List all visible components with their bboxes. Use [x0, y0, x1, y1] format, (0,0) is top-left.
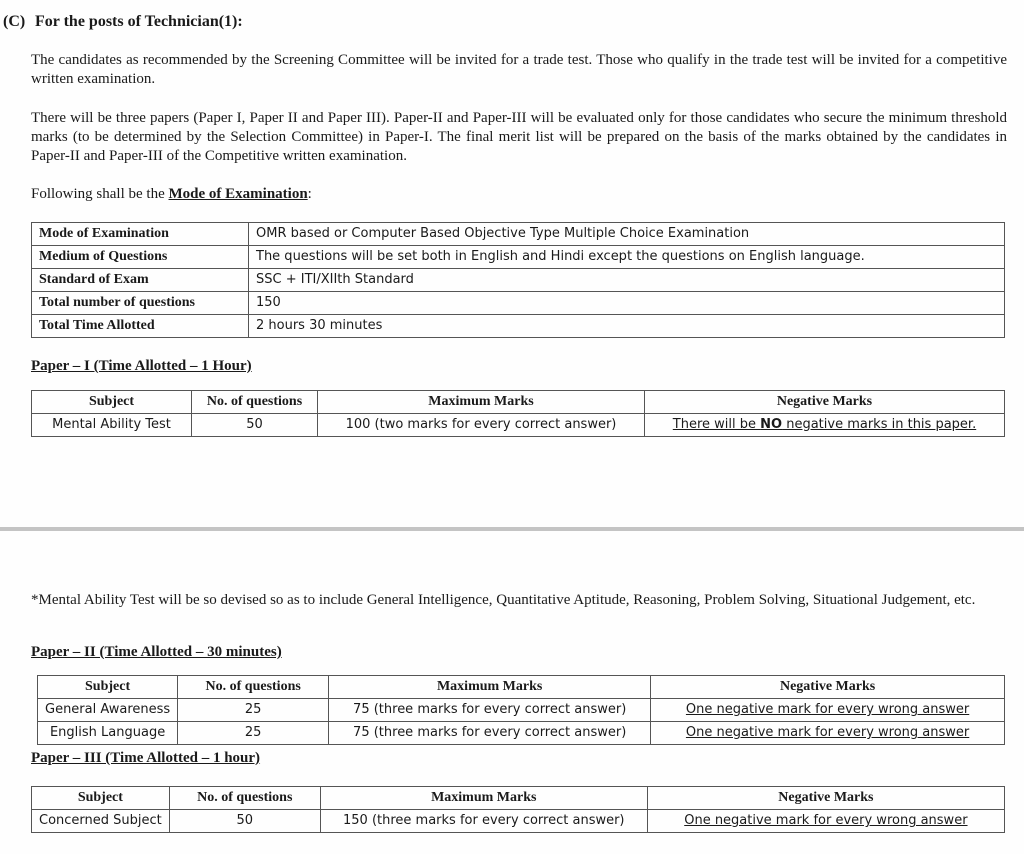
row-key: Total Time Allotted: [31, 314, 249, 338]
header-subject: Subject: [31, 786, 170, 810]
header-subject: Subject: [31, 390, 192, 414]
paragraph-three-papers: There will be three papers (Paper I, Pap…: [31, 110, 1007, 164]
table-header-row: Subject No. of questions Maximum Marks N…: [36, 675, 1005, 699]
header-negative-marks: Negative Marks: [646, 786, 1006, 810]
header-questions: No. of questions: [191, 390, 318, 414]
row-value: The questions will be set both in Englis…: [248, 245, 1005, 269]
cell-negative-marks: There will be NO negative marks in this …: [644, 413, 1005, 437]
table-row: Mental Ability Test 50 100 (two marks fo…: [31, 413, 1005, 437]
row-key: Medium of Questions: [31, 245, 249, 269]
paper2-title: Paper – II (Time Allotted – 30 minutes): [31, 644, 282, 660]
header-max-marks: Maximum Marks: [328, 675, 652, 699]
header-questions: No. of questions: [168, 786, 321, 810]
mode-intro-colon: :: [307, 186, 312, 202]
header-subject: Subject: [36, 675, 179, 699]
cell-questions: 25: [177, 698, 330, 722]
table-row: Concerned Subject 50 150 (three marks fo…: [31, 809, 1006, 833]
cell-negative-marks: One negative mark for every wrong answer: [650, 698, 1005, 722]
header-max-marks: Maximum Marks: [319, 786, 648, 810]
row-key: Total number of questions: [31, 291, 249, 315]
cell-subject: Concerned Subject: [31, 809, 170, 833]
table-row: General Awareness 25 75 (three marks for…: [36, 698, 1005, 722]
paper2-table: Subject No. of questions Maximum Marks N…: [36, 675, 1005, 745]
table-header-row: Subject No. of questions Maximum Marks N…: [31, 390, 1005, 414]
mode-of-examination-table: Mode of Examination OMR based or Compute…: [31, 222, 1005, 338]
paragraph-trade-test: The candidates as recommended by the Scr…: [31, 52, 1007, 87]
cell-max-marks: 75 (three marks for every correct answer…: [328, 698, 652, 722]
paragraph-mode-intro: Following shall be the Mode of Examinati…: [31, 185, 1007, 204]
section-heading: (C) For the posts of Technician(1):: [3, 13, 243, 31]
cell-negative-marks: One negative mark for every wrong answer: [646, 809, 1006, 833]
cell-questions: 50: [191, 413, 318, 437]
cell-max-marks: 100 (two marks for every correct answer): [317, 413, 645, 437]
header-questions: No. of questions: [177, 675, 330, 699]
cell-max-marks: 75 (three marks for every correct answer…: [328, 721, 652, 745]
row-value: 2 hours 30 minutes: [248, 314, 1005, 338]
table-row: Standard of Exam SSC + ITI/XIIth Standar…: [31, 268, 1005, 292]
page-divider: [0, 527, 1024, 531]
cell-subject: Mental Ability Test: [31, 413, 192, 437]
row-value: 150: [248, 291, 1005, 315]
table-row: Total Time Allotted 2 hours 30 minutes: [31, 314, 1005, 338]
paper3-title: Paper – III (Time Allotted – 1 hour): [31, 750, 261, 766]
cell-negative-marks: One negative mark for every wrong answer: [650, 721, 1005, 745]
paper3-table: Subject No. of questions Maximum Marks N…: [31, 786, 1006, 833]
section-title: For the posts of Technician(1):: [35, 13, 243, 30]
table-header-row: Subject No. of questions Maximum Marks N…: [31, 786, 1006, 810]
row-key: Standard of Exam: [31, 268, 249, 292]
mental-ability-note: *Mental Ability Test will be so devised …: [31, 592, 976, 608]
table-row: Total number of questions 150: [31, 291, 1005, 315]
mode-of-examination-label: Mode of Examination: [168, 186, 308, 202]
cell-questions: 25: [177, 721, 330, 745]
paper1-title: Paper – I (Time Allotted – 1 Hour): [31, 358, 252, 374]
neg-prefix: There will be: [672, 417, 761, 432]
paper1-table: Subject No. of questions Maximum Marks N…: [31, 390, 1005, 437]
header-negative-marks: Negative Marks: [650, 675, 1005, 699]
table-row: Mode of Examination OMR based or Compute…: [31, 222, 1005, 246]
mode-intro-text: Following shall be the: [31, 186, 169, 202]
table-row: Medium of Questions The questions will b…: [31, 245, 1005, 269]
row-value: SSC + ITI/XIIth Standard: [248, 268, 1005, 292]
header-negative-marks: Negative Marks: [644, 390, 1005, 414]
cell-subject: English Language: [36, 721, 179, 745]
cell-questions: 50: [168, 809, 321, 833]
neg-bold: NO: [760, 417, 783, 432]
cell-max-marks: 150 (three marks for every correct answe…: [319, 809, 648, 833]
section-number: (C): [3, 13, 26, 30]
row-key: Mode of Examination: [31, 222, 249, 246]
row-value: OMR based or Computer Based Objective Ty…: [248, 222, 1005, 246]
neg-suffix: negative marks in this paper.: [782, 417, 977, 432]
table-row: English Language 25 75 (three marks for …: [36, 721, 1005, 745]
header-max-marks: Maximum Marks: [317, 390, 645, 414]
cell-subject: General Awareness: [36, 698, 179, 722]
